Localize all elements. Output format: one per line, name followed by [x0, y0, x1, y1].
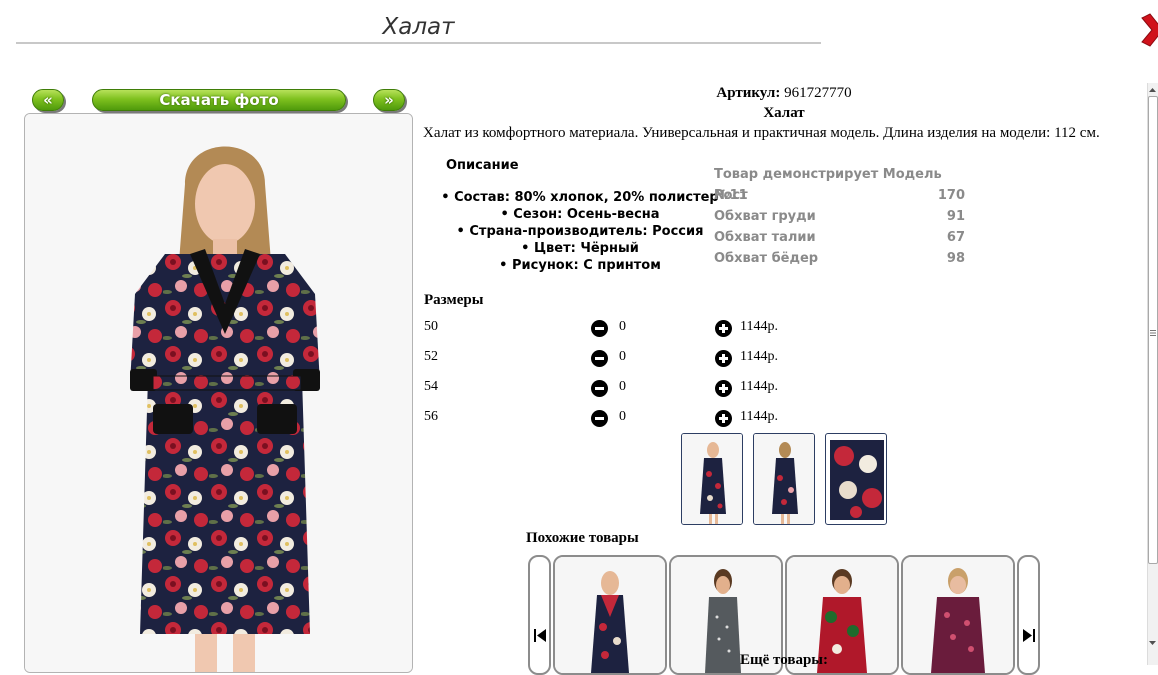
model-row: Обхват бёдер 98: [714, 248, 974, 269]
size-price: 1144р.: [740, 409, 778, 424]
model-row: Обхват груди 91: [714, 206, 974, 227]
size-price: 1144р.: [740, 379, 778, 394]
minus-circle-icon[interactable]: [591, 410, 608, 427]
download-photo-button[interactable]: Скачать фото: [92, 89, 346, 111]
next-photo-button[interactable]: »: [373, 89, 405, 111]
spec-item: • Цвет: Чёрный: [521, 241, 639, 256]
spec-item: • Состав: 80% хлопок, 20% полистер: [441, 190, 719, 205]
scroll-up-icon[interactable]: [1147, 83, 1158, 95]
similar-products-heading: Похожие товары: [526, 530, 639, 546]
main-product-photo[interactable]: [24, 113, 413, 673]
minus-circle-icon[interactable]: [591, 380, 608, 397]
model-row: Рост 170: [714, 185, 974, 206]
more-products-heading: Ещё товары:: [739, 652, 829, 668]
article-line: Артикул: 961727770: [424, 85, 1144, 102]
size-label: 50: [424, 319, 438, 334]
quantity-value: 0: [619, 409, 626, 424]
article-label: Артикул:: [716, 85, 781, 101]
spec-item: • Страна-производитель: Россия: [456, 224, 704, 239]
plus-circle-icon[interactable]: [715, 410, 732, 427]
page-title: Халат: [16, 12, 821, 44]
model-measurements: Товар демонстрирует Модель №11 Рост 170 …: [714, 164, 974, 269]
skip-back-icon: [534, 629, 546, 642]
size-row: 50 0 1144р.: [424, 319, 824, 339]
plus-circle-icon[interactable]: [715, 380, 732, 397]
model-row-label: Рост: [714, 188, 748, 203]
minus-circle-icon[interactable]: [591, 320, 608, 337]
model-row-value: 91: [946, 209, 965, 224]
model-row-value: 98: [946, 251, 965, 266]
product-description: Халат из комфортного материала. Универса…: [423, 125, 1100, 141]
model-row-label: Обхват талии: [714, 230, 816, 245]
model-row-label: Обхват бёдер: [714, 251, 819, 266]
spec-item: • Сезон: Осень-весна: [500, 207, 660, 222]
photo-thumbnail[interactable]: [753, 433, 815, 525]
sizes-heading: Размеры: [424, 292, 484, 308]
model-row-value: 67: [946, 230, 965, 245]
quantity-value: 0: [619, 379, 626, 394]
size-label: 52: [424, 349, 438, 364]
close-icon[interactable]: [1138, 12, 1158, 48]
scroll-down-icon[interactable]: [1147, 636, 1158, 648]
size-price: 1144р.: [740, 319, 778, 334]
grip-icon: [1149, 324, 1157, 336]
spec-list: • Состав: 80% хлопок, 20% полистер • Сез…: [440, 189, 720, 274]
photo-thumbnail[interactable]: [825, 433, 887, 525]
skip-forward-icon: [1023, 629, 1035, 642]
size-label: 54: [424, 379, 438, 394]
model-title: Товар демонстрирует Модель №11: [714, 167, 942, 203]
minus-circle-icon[interactable]: [591, 350, 608, 367]
quantity-value: 0: [619, 319, 626, 334]
details-heading: Описание: [446, 158, 519, 173]
article-value: 961727770: [784, 85, 852, 101]
model-row-label: Обхват груди: [714, 209, 816, 224]
size-row: 56 0 1144р.: [424, 409, 824, 429]
size-row: 52 0 1144р.: [424, 349, 824, 369]
product-name: Халат: [763, 105, 805, 121]
photo-thumbnail[interactable]: [681, 433, 743, 525]
previous-photo-button[interactable]: «: [32, 89, 64, 111]
plus-circle-icon[interactable]: [715, 350, 732, 367]
model-row: Обхват талии 67: [714, 227, 974, 248]
quantity-value: 0: [619, 349, 626, 364]
size-row: 54 0 1144р.: [424, 379, 824, 399]
plus-circle-icon[interactable]: [715, 320, 732, 337]
size-price: 1144р.: [740, 349, 778, 364]
model-row-value: 170: [937, 188, 965, 203]
spec-item: • Рисунок: С принтом: [499, 258, 661, 273]
size-label: 56: [424, 409, 438, 424]
